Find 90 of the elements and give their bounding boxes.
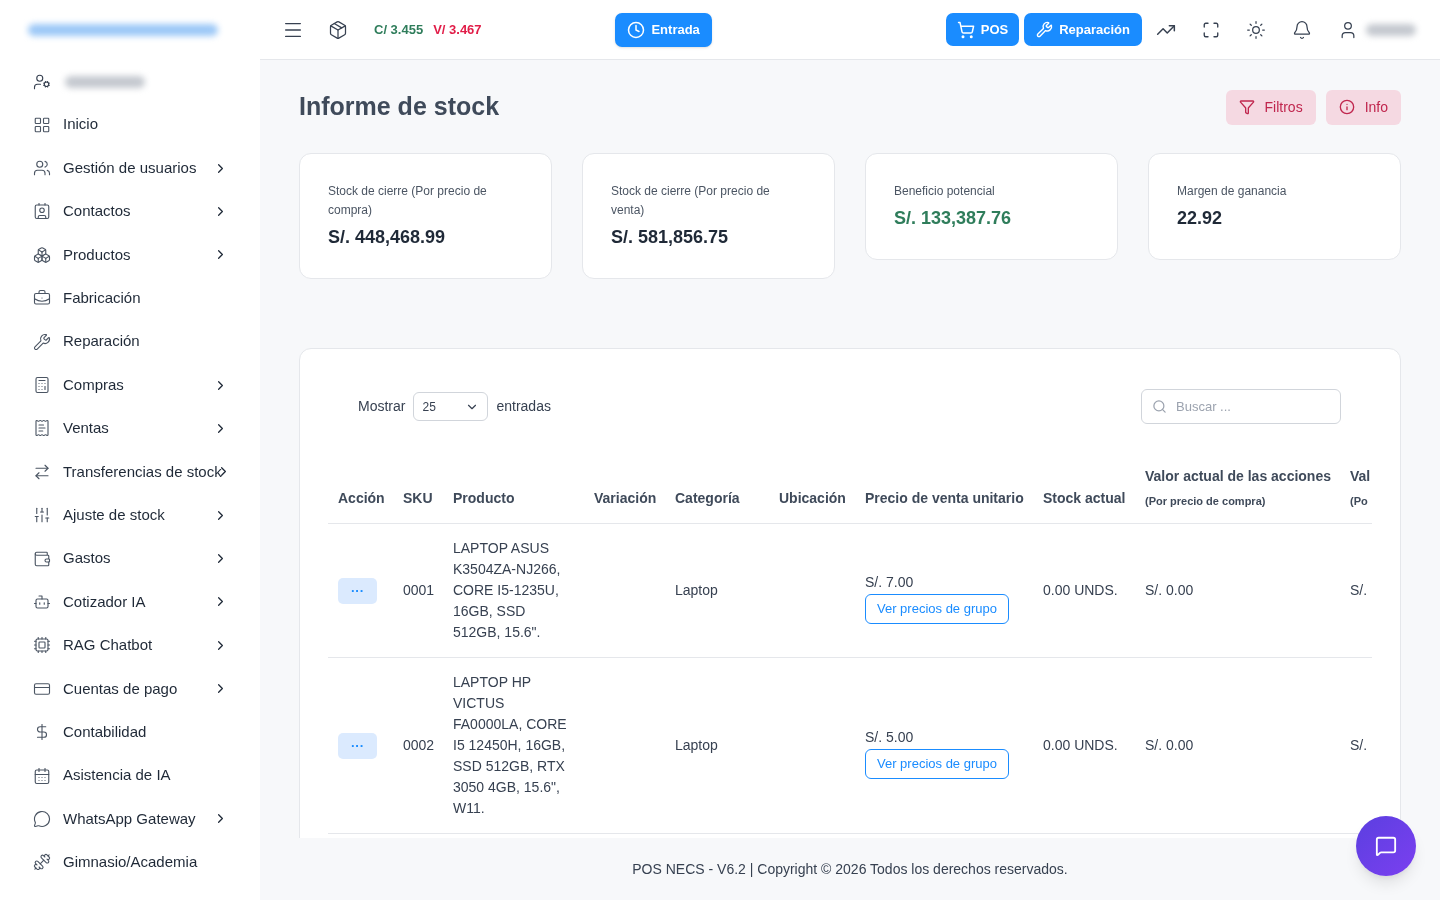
chat-bubble-icon xyxy=(1375,835,1397,857)
category-cell-text: Laptop xyxy=(675,736,719,755)
clock-icon xyxy=(627,20,646,39)
robot-icon xyxy=(33,593,51,611)
sidebar-item[interactable]: RAG Chatbot xyxy=(0,623,260,668)
cart-icon xyxy=(956,20,975,39)
chip-icon xyxy=(33,636,51,655)
sidebar-item[interactable]: Fabricación xyxy=(0,276,260,320)
value-cell-text: S/. 0.00 xyxy=(1145,581,1195,600)
value-cell-text: S/. 0.00 xyxy=(1145,736,1195,755)
user-settings-icon xyxy=(33,72,51,91)
chat-bubble-icon xyxy=(33,809,51,828)
stock-cell-text: 0.00 UNDS. xyxy=(1043,581,1119,600)
sun-icon[interactable] xyxy=(1246,19,1266,40)
sidebar-item[interactable]: Compras xyxy=(0,363,260,407)
column-header: Acción xyxy=(338,489,386,508)
stat-value: S/. 133,387.76 xyxy=(894,207,1013,230)
notifications-icon[interactable] xyxy=(1292,19,1312,40)
sidebar-item[interactable]: Reparación xyxy=(0,319,260,364)
stock-cell-text: 0.00 UNDS. xyxy=(1043,736,1119,755)
column-header: Val (Po xyxy=(1350,466,1370,509)
fullscreen-icon[interactable] xyxy=(1202,20,1220,39)
info-button[interactable]: Info xyxy=(1325,89,1401,125)
exchange-rate: C/ 3.455 xyxy=(374,20,424,39)
sidebar-item[interactable]: Productos xyxy=(0,233,260,277)
wallet-icon xyxy=(33,549,51,568)
sidebar-item[interactable]: Gestión de usuarios xyxy=(0,146,260,190)
calculator-icon xyxy=(33,376,51,395)
page-size-select[interactable]: 25 xyxy=(413,392,489,421)
sidebar-item[interactable]: Contabilidad xyxy=(0,710,260,754)
stat-label: Beneficio potencial xyxy=(894,183,996,200)
stat-label: Margen de ganancia xyxy=(1177,183,1288,200)
stat-value: 22.92 xyxy=(1177,207,1224,230)
users-icon xyxy=(33,159,51,178)
footer-text: POS NECS - V6.2 | Copyright © 2026 Todos los derechos reservados. xyxy=(632,859,1068,879)
sliders-icon xyxy=(33,506,51,525)
sidebar-item[interactable]: Gimnasio/Academia xyxy=(0,840,260,885)
info-icon xyxy=(1338,99,1355,115)
stat-label: Stock de cierre (Por precio de compra) xyxy=(328,183,488,219)
sidebar-item[interactable]: WhatsApp Gateway xyxy=(0,797,260,841)
column-header: Ubicación xyxy=(779,489,847,508)
category-cell-text: Laptop xyxy=(675,581,719,600)
stat-value: S/. 448,468.99 xyxy=(328,226,447,249)
sku-cell-text: 0002 xyxy=(403,736,436,755)
stat-label: Stock de cierre (Por precio de venta) xyxy=(611,183,771,219)
exchange-rate: V/ 3.467 xyxy=(433,20,482,39)
funnel-icon xyxy=(1238,99,1255,115)
entries-label: entradas xyxy=(496,397,551,416)
dumbbell-icon xyxy=(33,853,51,872)
box-icon[interactable] xyxy=(328,19,348,40)
value-cell-text: S/. xyxy=(1350,581,1369,600)
column-header: Valor actual de las acciones (Por precio de compra) xyxy=(1145,466,1332,509)
sidebar-item[interactable]: Ventas xyxy=(0,406,260,451)
column-header: Precio de venta unitario xyxy=(865,489,1025,508)
sidebar-item[interactable]: Ajuste de stock xyxy=(0,493,260,537)
show-label: Mostrar xyxy=(358,397,406,416)
search-field[interactable]: Buscar ... xyxy=(1141,389,1341,424)
sidebar-item[interactable]: Contactos xyxy=(0,189,260,234)
price-cell-text: S/. 7.00 xyxy=(865,572,915,592)
boxes-icon xyxy=(33,245,51,264)
stat-value: S/. 581,856.75 xyxy=(611,226,730,249)
briefcase-icon xyxy=(33,289,51,308)
column-header: Categoría xyxy=(675,489,741,508)
search-icon xyxy=(1152,399,1167,414)
sidebar-item[interactable]: Gastos xyxy=(0,536,260,581)
product-cell-text: LAPTOP HP VICTUS FA0000LA, CORE I5 12450H, 16GB, SSD 512GB, RTX 3050 4GB, 15.6", W11. xyxy=(453,673,568,818)
sidebar-item[interactable]: Asistencia de IA xyxy=(0,753,260,798)
value-cell-text: S/. xyxy=(1350,736,1369,755)
column-header: Stock actual xyxy=(1043,489,1127,508)
wrench-icon xyxy=(1036,21,1054,38)
sku-cell-text: 0001 xyxy=(403,581,436,600)
receipt-icon xyxy=(33,419,51,438)
blurred-user-name xyxy=(1366,23,1416,36)
column-header: SKU xyxy=(403,489,434,508)
wrench-icon xyxy=(33,332,51,351)
calendar-icon xyxy=(33,766,51,785)
sidebar-item[interactable]: Transferencias de stock xyxy=(0,450,260,494)
sidebar-item[interactable]: Inicio xyxy=(0,103,260,147)
grid-icon xyxy=(33,115,51,134)
product-cell-text: LAPTOP ASUS K3504ZA-NJ266, CORE I5-1235U, 16GB, SSD 512GB, 15.6". xyxy=(453,539,562,642)
column-header: Variación xyxy=(594,489,658,508)
column-header: Producto xyxy=(453,489,516,508)
page-title: Informe de stock xyxy=(299,91,500,123)
sidebar-item[interactable]: Cuentas de pago xyxy=(0,667,260,711)
contact-card-icon xyxy=(33,202,51,221)
chat-button[interactable] xyxy=(1356,816,1416,876)
price-cell-text: S/. 5.00 xyxy=(865,727,915,747)
sidebar-item[interactable]: Cotizador IA xyxy=(0,580,260,624)
filters-button[interactable]: Filtros xyxy=(1225,89,1316,125)
transfer-arrows-icon xyxy=(33,462,51,481)
